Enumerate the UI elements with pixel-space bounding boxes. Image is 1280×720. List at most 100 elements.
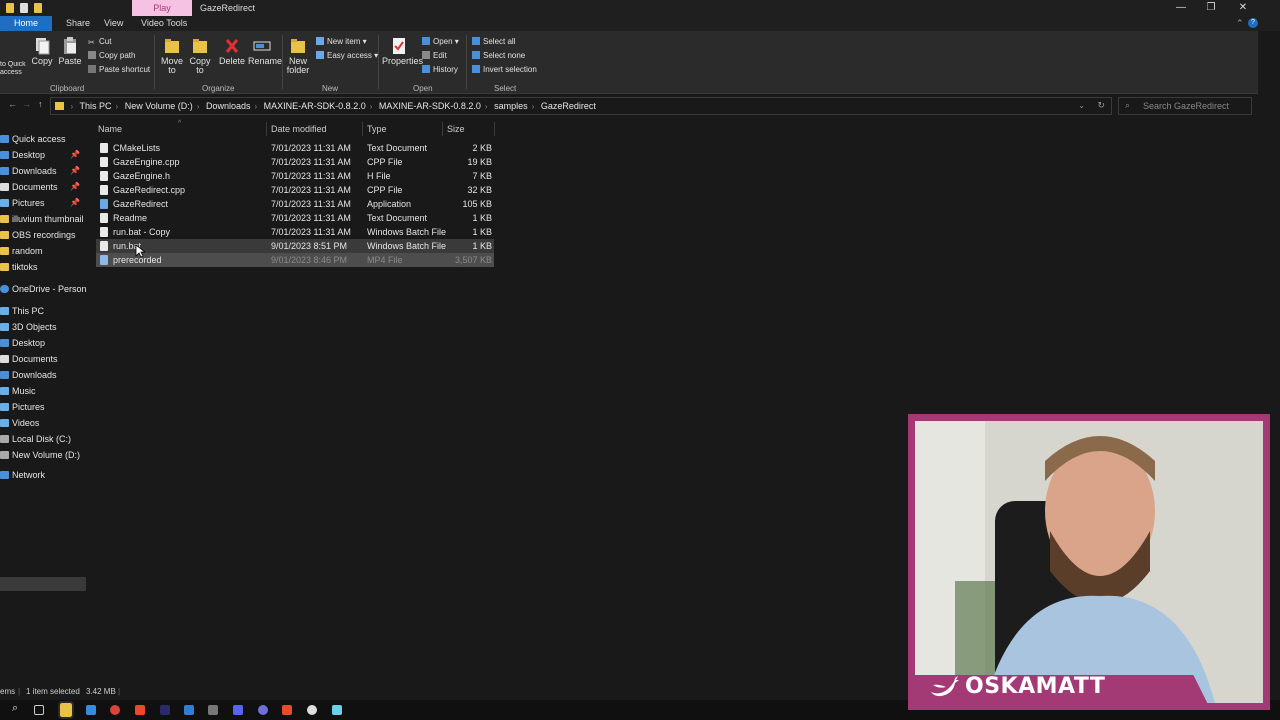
refresh-icon[interactable]: ↻ (1097, 100, 1105, 111)
file-row[interactable]: GazeEngine.cpp 7/01/2023 11:31 AM CPP Fi… (96, 155, 494, 169)
breadcrumb[interactable]: New Volume (D:) (125, 101, 193, 111)
nav-item-videos[interactable]: Videos (0, 416, 86, 430)
column-header-type[interactable]: Type (367, 124, 387, 134)
select-all-button[interactable]: Select all (472, 37, 515, 47)
file-row[interactable]: run.bat 9/01/2023 8:51 PM Windows Batch … (96, 239, 494, 253)
pin-to-quick-access-button[interactable]: to Quick access (0, 41, 28, 77)
nav-item-illuvium[interactable]: illuvium thumbnail (0, 212, 86, 226)
tab-share[interactable]: Share (66, 16, 90, 31)
nav-item-pictures-pc[interactable]: Pictures (0, 400, 86, 414)
rename-button[interactable]: Rename (248, 37, 282, 66)
nav-item-pictures[interactable]: Pictures 📌 (0, 196, 86, 210)
file-row[interactable]: run.bat - Copy 7/01/2023 11:31 AM Window… (96, 225, 494, 239)
select-none-button[interactable]: Select none (472, 51, 525, 61)
file-row[interactable]: Readme 7/01/2023 11:31 AM Text Document … (96, 211, 494, 225)
breadcrumb[interactable]: This PC (80, 101, 112, 111)
nav-this-pc[interactable]: This PC (0, 304, 86, 318)
nav-item-3d-objects[interactable]: 3D Objects (0, 320, 86, 334)
history-button[interactable]: History (422, 65, 458, 75)
close-button[interactable]: ✕ (1228, 0, 1258, 16)
file-row[interactable]: GazeEngine.h 7/01/2023 11:31 AM H File 7… (96, 169, 494, 183)
tab-video-tools[interactable]: Video Tools (141, 16, 187, 31)
task-view-icon[interactable] (34, 705, 44, 715)
minimize-button[interactable]: — (1166, 0, 1196, 16)
address-row: ← → ↑ › This PC › New Volume (D:) › Downlo… (0, 96, 1280, 116)
new-folder-button[interactable]: New folder (286, 37, 310, 75)
file-row[interactable]: CMakeLists 7/01/2023 11:31 AM Text Docum… (96, 141, 494, 155)
file-row[interactable]: GazeRedirect 7/01/2023 11:31 AM Applicat… (96, 197, 494, 211)
folder-icon[interactable] (6, 3, 14, 13)
edit-button[interactable]: Edit (422, 51, 447, 61)
breadcrumb[interactable]: GazeRedirect (541, 101, 596, 111)
app-icon[interactable] (208, 705, 218, 715)
forward-icon[interactable]: → (22, 99, 31, 109)
nav-item-documents[interactable]: Documents 📌 (0, 180, 86, 194)
file-type: CPP File (367, 157, 403, 167)
nav-onedrive[interactable]: OneDrive - Personal (0, 282, 86, 296)
nav-item-local-disk[interactable]: Local Disk (C:) (0, 432, 86, 446)
new-folder-icon[interactable] (34, 3, 42, 13)
collapse-ribbon-icon[interactable]: ⌃ (1236, 16, 1244, 31)
tab-view[interactable]: View (104, 16, 123, 31)
easy-access-button[interactable]: Easy access ▾ (316, 51, 378, 61)
easy-access-icon (316, 51, 324, 59)
nav-item-desktop-pc[interactable]: Desktop (0, 336, 86, 350)
breadcrumb[interactable]: MAXINE-AR-SDK-0.8.2.0 (379, 101, 481, 111)
chrome-icon[interactable] (110, 705, 120, 715)
batch-file-icon (100, 241, 108, 251)
nav-item-random[interactable]: random (0, 244, 86, 258)
search-input[interactable]: ⌕ Search GazeRedirect (1118, 97, 1252, 115)
address-bar[interactable]: › This PC › New Volume (D:) › Downloads › M… (50, 97, 1112, 115)
up-icon[interactable]: ↑ (38, 99, 43, 109)
breadcrumb[interactable]: samples (494, 101, 528, 111)
nav-network[interactable]: Network (0, 468, 86, 482)
column-header-name[interactable]: Name (98, 124, 122, 134)
breadcrumb[interactable]: Downloads (206, 101, 251, 111)
restore-button[interactable]: ❐ (1196, 0, 1226, 16)
properties-button[interactable]: Properties (382, 37, 423, 66)
copy-button[interactable]: Copy (31, 37, 53, 66)
nav-quick-access[interactable]: Quick access (0, 132, 86, 146)
premiere-icon[interactable] (160, 705, 170, 715)
column-header-date[interactable]: Date modified (271, 124, 327, 134)
new-item-button[interactable]: New item ▾ (316, 37, 367, 47)
help-icon[interactable]: ? (1248, 18, 1258, 28)
nav-item-tiktoks[interactable]: tiktoks (0, 260, 86, 274)
invert-selection-button[interactable]: Invert selection (472, 65, 537, 75)
properties-icon[interactable] (20, 3, 28, 13)
nav-item-desktop[interactable]: Desktop 📌 (0, 148, 86, 162)
photoshop-icon[interactable] (184, 705, 194, 715)
app-icon[interactable] (282, 705, 292, 715)
nav-item-new-volume[interactable]: New Volume (D:) (0, 448, 86, 462)
tab-home[interactable]: Home (0, 16, 52, 31)
move-to-button[interactable]: Move to (160, 37, 184, 75)
discord-icon[interactable] (233, 705, 243, 715)
nav-item-documents-pc[interactable]: Documents (0, 352, 86, 366)
history-dropdown-icon[interactable]: ⌄ (1078, 101, 1085, 110)
nav-item-music[interactable]: Music (0, 384, 86, 398)
delete-button[interactable]: Delete (219, 37, 245, 66)
column-header-size[interactable]: Size (447, 124, 465, 134)
mail-icon[interactable] (86, 705, 96, 715)
search-icon[interactable]: ⌕ (12, 702, 22, 714)
breadcrumb[interactable]: MAXINE-AR-SDK-0.8.2.0 (264, 101, 366, 111)
paste-button[interactable]: Paste (58, 37, 82, 66)
person-image (915, 421, 1263, 703)
file-row-selected[interactable]: prerecorded 9/01/2023 8:46 PM MP4 File 3… (96, 253, 494, 267)
back-icon[interactable]: ← (8, 99, 17, 109)
app-icon[interactable] (332, 705, 342, 715)
settings-icon[interactable] (307, 705, 317, 715)
file-explorer-icon[interactable] (58, 701, 74, 719)
copy-to-button[interactable]: Copy to (188, 37, 212, 75)
copy-path-button[interactable]: Copy path (88, 51, 135, 61)
nav-item-downloads-pc[interactable]: Downloads (0, 368, 86, 382)
file-row[interactable]: GazeRedirect.cpp 7/01/2023 11:31 AM CPP … (96, 183, 494, 197)
obs-icon[interactable] (258, 705, 268, 715)
nav-item-downloads[interactable]: Downloads 📌 (0, 164, 86, 178)
paste-shortcut-button[interactable]: Paste shortcut (88, 65, 150, 75)
open-button[interactable]: Open ▾ (422, 37, 459, 47)
cut-button[interactable]: ✂ Cut (88, 37, 111, 47)
contextual-tab-play[interactable]: Play (132, 0, 192, 16)
nav-item-obs[interactable]: OBS recordings (0, 228, 86, 242)
app-icon[interactable] (135, 705, 145, 715)
